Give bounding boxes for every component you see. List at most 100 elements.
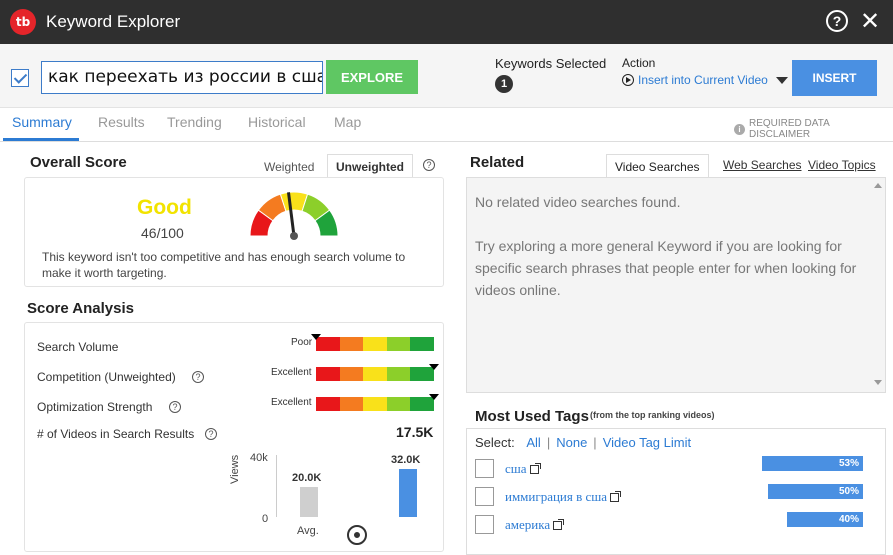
related-hint-text: Try exploring a more general Keyword if … bbox=[475, 238, 857, 298]
scale-segment bbox=[386, 367, 411, 381]
scale-segment bbox=[410, 337, 434, 351]
tag-text: сша bbox=[505, 461, 527, 476]
tab-web-searches[interactable]: Web Searches bbox=[723, 158, 802, 172]
scale-segment bbox=[363, 397, 387, 411]
keyword-checkbox[interactable] bbox=[11, 69, 29, 87]
scale-marker bbox=[311, 334, 321, 340]
insert-button[interactable]: INSERT bbox=[792, 60, 877, 96]
tag-text: иммиграция в сша bbox=[505, 489, 608, 504]
videos-count-value: 17.5K bbox=[396, 424, 434, 440]
competition-scale bbox=[316, 367, 434, 381]
related-title: Related bbox=[470, 154, 525, 171]
tag-usage-bar: 50% bbox=[768, 484, 863, 499]
gauge-hub bbox=[290, 232, 298, 240]
scale-segment bbox=[316, 367, 340, 381]
views-bar-value: 32.0K bbox=[391, 454, 421, 466]
avg-bar-label: Avg. bbox=[297, 525, 319, 537]
tag-link[interactable]: сша bbox=[505, 461, 541, 477]
scale-marker bbox=[429, 364, 439, 370]
disclaimer-label: REQUIRED DATA DISCLAIMER bbox=[749, 118, 830, 140]
tag-select-row: Select: All | None | Video Tag Limit bbox=[475, 435, 692, 450]
select-label: Select: bbox=[475, 435, 515, 450]
tag-checkbox[interactable] bbox=[475, 459, 494, 478]
question-icon[interactable]: ? bbox=[192, 371, 204, 383]
views-axis-min: 0 bbox=[262, 513, 269, 525]
keywords-selected-label: Keywords Selected bbox=[495, 56, 607, 71]
search-volume-label: Search Volume bbox=[37, 340, 119, 354]
tag-checkbox[interactable] bbox=[475, 487, 494, 506]
video-tag-limit-link[interactable]: Video Tag Limit bbox=[603, 435, 691, 450]
tubebuddy-logo: tb bbox=[10, 9, 36, 35]
tab-results[interactable]: Results bbox=[98, 114, 145, 130]
overall-score-title: Overall Score bbox=[30, 154, 127, 171]
scale-segment bbox=[339, 367, 364, 381]
scale-segment bbox=[363, 367, 387, 381]
views-axis-label: Views bbox=[229, 454, 241, 484]
question-icon[interactable]: ? bbox=[423, 159, 435, 171]
question-icon[interactable]: ? bbox=[205, 428, 217, 440]
search-volume-scale bbox=[316, 337, 434, 351]
tag-usage-bar: 40% bbox=[787, 512, 863, 527]
views-bar-value: 20.0K bbox=[292, 472, 322, 484]
chevron-down-icon[interactable] bbox=[775, 76, 788, 84]
views-bar bbox=[399, 469, 417, 517]
tab-summary[interactable]: Summary bbox=[12, 114, 72, 130]
keyword-input[interactable]: как переехать из россии в сша в bbox=[41, 61, 323, 94]
tag-usage-track: 40% bbox=[762, 512, 863, 527]
most-used-tags-title: Most Used Tags bbox=[475, 408, 589, 425]
action-select[interactable]: Insert into Current Video bbox=[622, 73, 788, 87]
close-icon[interactable]: ✕ bbox=[860, 7, 880, 36]
search-volume-rating: Poor bbox=[291, 337, 313, 348]
optimization-rating: Excellent bbox=[271, 397, 312, 408]
title-bar: tb Keyword Explorer ? ✕ bbox=[0, 0, 893, 44]
scale-segment bbox=[339, 397, 364, 411]
keywords-selected-count: 1 bbox=[495, 75, 513, 93]
tag-text: америка bbox=[505, 517, 551, 532]
select-all-link[interactable]: All bbox=[526, 435, 540, 450]
app-title: Keyword Explorer bbox=[46, 12, 181, 31]
main-tabs: Summary Results Trending Historical Map … bbox=[0, 108, 893, 142]
external-link-icon bbox=[553, 518, 565, 530]
scroll-up-icon[interactable] bbox=[874, 183, 882, 188]
external-link-icon bbox=[529, 462, 541, 474]
most-used-tags-subtitle: (from the top ranking videos) bbox=[590, 410, 715, 420]
action-value: Insert into Current Video bbox=[638, 73, 768, 87]
unweighted-toggle[interactable]: Unweighted bbox=[327, 154, 413, 178]
score-gauge bbox=[249, 191, 339, 240]
search-bar: как переехать из россии в сша в EXPLORE … bbox=[0, 44, 893, 108]
target-icon bbox=[347, 525, 367, 545]
tab-map[interactable]: Map bbox=[334, 114, 361, 130]
action-label: Action bbox=[622, 56, 656, 70]
question-icon[interactable]: ? bbox=[169, 401, 181, 413]
select-none-link[interactable]: None bbox=[556, 435, 587, 450]
tab-trending[interactable]: Trending bbox=[167, 114, 222, 130]
scroll-down-icon[interactable] bbox=[874, 380, 882, 385]
external-link-icon bbox=[610, 490, 622, 502]
tag-usage-track: 50% bbox=[762, 484, 863, 499]
scale-segment bbox=[363, 337, 387, 351]
weighted-toggle[interactable]: Weighted bbox=[264, 160, 314, 174]
tag-usage-bar: 53% bbox=[762, 456, 863, 471]
scale-marker bbox=[429, 394, 439, 400]
views-axis-line bbox=[276, 455, 277, 517]
data-disclaimer-link[interactable]: i REQUIRED DATA DISCLAIMER bbox=[734, 118, 893, 140]
help-icon[interactable]: ? bbox=[826, 10, 848, 32]
tag-checkbox[interactable] bbox=[475, 515, 494, 534]
active-tab-indicator bbox=[3, 138, 79, 141]
views-bar bbox=[300, 487, 318, 517]
explore-button[interactable]: EXPLORE bbox=[326, 60, 418, 94]
tab-historical[interactable]: Historical bbox=[248, 114, 306, 130]
competition-label: Competition (Unweighted) bbox=[37, 370, 176, 384]
videos-count-label: # of Videos in Search Results bbox=[37, 427, 195, 441]
views-axis-max: 40k bbox=[250, 452, 268, 464]
optimization-strength-label: Optimization Strength bbox=[37, 400, 153, 414]
competition-rating: Excellent bbox=[271, 367, 312, 378]
tag-usage-track: 53% bbox=[762, 456, 863, 471]
tab-video-topics[interactable]: Video Topics bbox=[808, 158, 876, 172]
tag-link[interactable]: америка bbox=[505, 517, 565, 533]
info-icon: i bbox=[734, 123, 745, 135]
scale-segment bbox=[339, 337, 364, 351]
score-analysis-title: Score Analysis bbox=[27, 300, 134, 317]
tag-link[interactable]: иммиграция в сша bbox=[505, 489, 622, 505]
scale-segment bbox=[316, 397, 340, 411]
